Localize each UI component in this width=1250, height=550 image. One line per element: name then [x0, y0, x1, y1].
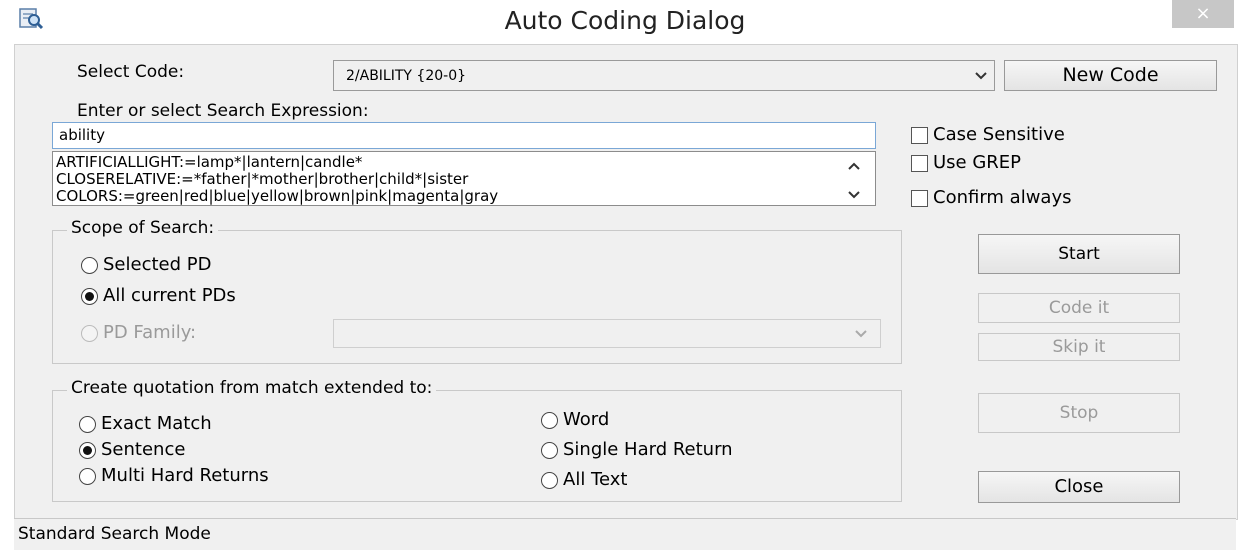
list-item[interactable]: COLORS:=green|red|blue|yellow|brown|pink…	[56, 187, 498, 205]
close-button[interactable]: Close	[978, 471, 1180, 503]
use-grep-checkbox[interactable]	[911, 155, 928, 172]
skip-it-button[interactable]: Skip it	[978, 333, 1180, 361]
radio-all-current-pds-label: All current PDs	[103, 285, 236, 306]
search-expression-label: Enter or select Search Expression:	[77, 101, 369, 121]
quotation-extent-title: Create quotation from match extended to:	[67, 378, 437, 398]
case-sensitive-label: Case Sensitive	[933, 124, 1065, 145]
select-code-label: Select Code:	[77, 62, 185, 82]
radio-sentence-label: Sentence	[101, 439, 186, 460]
start-button[interactable]: Start	[978, 234, 1180, 274]
status-text: Standard Search Mode	[18, 524, 211, 544]
use-grep-label: Use GREP	[933, 152, 1022, 173]
scroll-down-icon[interactable]	[847, 190, 861, 199]
radio-exact-match-label: Exact Match	[101, 413, 212, 434]
auto-coding-dialog: Auto Coding Dialog × Select Code: 2/ABIL…	[6, 0, 1244, 550]
radio-all-text[interactable]	[541, 472, 558, 489]
radio-all-current-pds[interactable]	[81, 288, 98, 305]
radio-single-hard-return-label: Single Hard Return	[563, 439, 733, 460]
chevron-down-icon	[855, 330, 867, 338]
radio-selected-pd-label: Selected PD	[103, 254, 212, 275]
scope-of-search-title: Scope of Search:	[67, 218, 219, 238]
scroll-up-icon[interactable]	[847, 162, 861, 171]
radio-all-text-label: All Text	[563, 469, 628, 490]
pd-family-combobox[interactable]	[333, 319, 881, 348]
confirm-always-label: Confirm always	[933, 187, 1072, 208]
new-code-button[interactable]: New Code	[1004, 60, 1217, 91]
chevron-down-icon	[975, 72, 987, 80]
select-code-value: 2/ABILITY {20-0}	[346, 68, 467, 84]
search-expression-input[interactable]: ability	[52, 122, 876, 149]
select-code-combobox[interactable]: 2/ABILITY {20-0}	[333, 60, 995, 91]
radio-word-label: Word	[563, 409, 610, 430]
radio-sentence[interactable]	[79, 442, 96, 459]
status-bar: Standard Search Mode	[14, 518, 1236, 550]
list-item[interactable]: ARTIFICIALLIGHT:=lamp*|lantern|candle*	[56, 153, 362, 171]
radio-pd-family[interactable]	[81, 325, 98, 342]
search-expression-list[interactable]: ARTIFICIALLIGHT:=lamp*|lantern|candle* C…	[52, 151, 876, 206]
radio-word[interactable]	[541, 412, 558, 429]
dialog-body: Select Code: 2/ABILITY {20-0} New Code E…	[14, 44, 1238, 520]
confirm-always-checkbox[interactable]	[911, 190, 928, 207]
case-sensitive-checkbox[interactable]	[911, 127, 928, 144]
radio-single-hard-return[interactable]	[541, 442, 558, 459]
code-it-button[interactable]: Code it	[978, 293, 1180, 323]
radio-pd-family-label: PD Family:	[103, 322, 197, 343]
radio-selected-pd[interactable]	[81, 257, 98, 274]
search-expression-value: ability	[59, 126, 105, 144]
stop-button[interactable]: Stop	[978, 393, 1180, 433]
radio-exact-match[interactable]	[79, 416, 96, 433]
window-title: Auto Coding Dialog	[504, 6, 746, 35]
window-close-button[interactable]: ×	[1172, 0, 1234, 28]
radio-multi-hard-returns[interactable]	[79, 468, 96, 485]
list-item[interactable]: CLOSERELATIVE:=*father|*mother|brother|c…	[56, 170, 468, 188]
title-bar: Auto Coding Dialog ×	[6, 0, 1244, 44]
radio-multi-hard-returns-label: Multi Hard Returns	[101, 465, 269, 486]
